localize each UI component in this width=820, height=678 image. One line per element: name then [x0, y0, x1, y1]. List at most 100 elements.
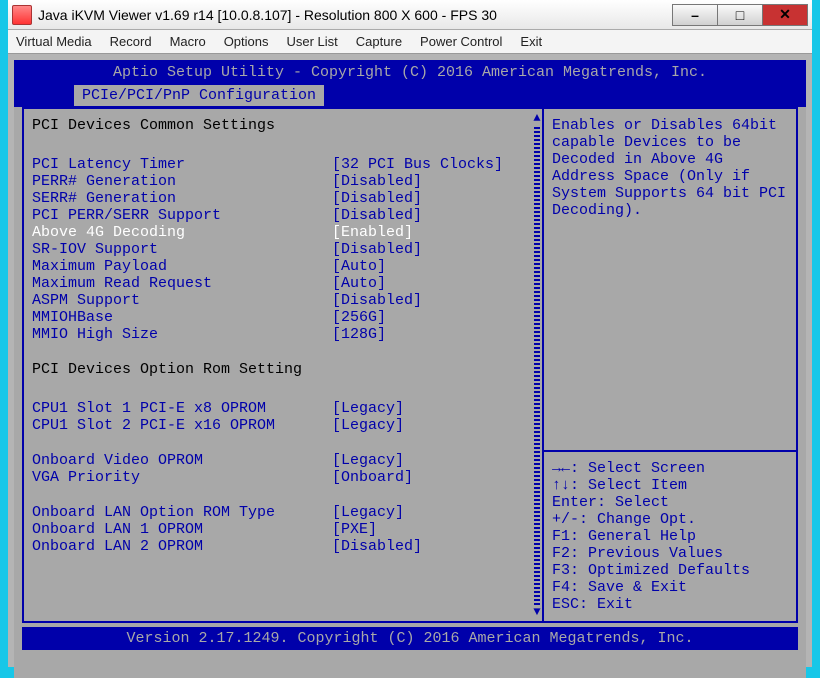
legend-line: F4: Save & Exit: [552, 579, 788, 596]
setting-row[interactable]: Onboard LAN 2 OPROM[Disabled]: [32, 538, 538, 555]
help-text: Enables or Disables 64bit capable Device…: [544, 109, 796, 450]
bios-screen: Aptio Setup Utility - Copyright (C) 2016…: [14, 60, 806, 678]
setting-value: [32 PCI Bus Clocks]: [332, 156, 503, 173]
bios-tab-row: PCIe/PCI/PnP Configuration: [14, 85, 806, 107]
menu-capture[interactable]: Capture: [356, 34, 402, 49]
setting-row[interactable]: MMIOHBase[256G]: [32, 309, 538, 326]
section-header: PCI Devices Option Rom Setting: [32, 361, 538, 378]
bios-settings-panel: PCI Devices Common Settings PCI Latency T…: [24, 109, 542, 621]
setting-row[interactable]: Onboard Video OPROM[Legacy]: [32, 452, 538, 469]
setting-row[interactable]: VGA Priority[Onboard]: [32, 469, 538, 486]
setting-label: Maximum Read Request: [32, 275, 332, 292]
menu-exit[interactable]: Exit: [520, 34, 542, 49]
key-legend: →←: Select Screen↑↓: Select ItemEnter: S…: [544, 452, 796, 621]
setting-label: SR-IOV Support: [32, 241, 332, 258]
legend-line: F2: Previous Values: [552, 545, 788, 562]
menu-macro[interactable]: Macro: [170, 34, 206, 49]
setting-label: PERR# Generation: [32, 173, 332, 190]
spacer: [32, 343, 538, 361]
setting-value: [Legacy]: [332, 417, 404, 434]
setting-row[interactable]: Onboard LAN 1 OPROM[PXE]: [32, 521, 538, 538]
setting-value: [128G]: [332, 326, 386, 343]
setting-label: Onboard LAN 1 OPROM: [32, 521, 332, 538]
menubar: Virtual Media Record Macro Options User …: [8, 30, 812, 54]
setting-row[interactable]: CPU1 Slot 1 PCI-E x8 OPROM[Legacy]: [32, 400, 538, 417]
setting-row[interactable]: MMIO High Size[128G]: [32, 326, 538, 343]
setting-label: SERR# Generation: [32, 190, 332, 207]
setting-value: [Onboard]: [332, 469, 413, 486]
scroll-down-icon[interactable]: ▼: [532, 607, 542, 617]
scroll-track[interactable]: [534, 125, 540, 605]
setting-label: CPU1 Slot 2 PCI-E x16 OPROM: [32, 417, 332, 434]
setting-row[interactable]: CPU1 Slot 2 PCI-E x16 OPROM[Legacy]: [32, 417, 538, 434]
setting-row[interactable]: Maximum Payload[Auto]: [32, 258, 538, 275]
app-window: Java iKVM Viewer v1.69 r14 [10.0.8.107] …: [8, 0, 812, 667]
menu-user-list[interactable]: User List: [287, 34, 338, 49]
menu-options[interactable]: Options: [224, 34, 269, 49]
setting-label: PCI PERR/SERR Support: [32, 207, 332, 224]
setting-label: Maximum Payload: [32, 258, 332, 275]
setting-row[interactable]: SERR# Generation[Disabled]: [32, 190, 538, 207]
spacer: [32, 434, 538, 452]
bios-body: PCI Devices Common Settings PCI Latency T…: [22, 107, 798, 623]
setting-value: [Disabled]: [332, 207, 422, 224]
setting-value: [Disabled]: [332, 538, 422, 555]
menu-virtual-media[interactable]: Virtual Media: [16, 34, 92, 49]
setting-value: [Auto]: [332, 275, 386, 292]
legend-line: →←: Select Screen: [552, 460, 788, 477]
setting-label: PCI Latency Timer: [32, 156, 332, 173]
legend-line: +/-: Change Opt.: [552, 511, 788, 528]
setting-value: [PXE]: [332, 521, 377, 538]
setting-row[interactable]: PERR# Generation[Disabled]: [32, 173, 538, 190]
setting-row[interactable]: SR-IOV Support[Disabled]: [32, 241, 538, 258]
bios-footer: Version 2.17.1249. Copyright (C) 2016 Am…: [22, 627, 798, 650]
setting-value: [Auto]: [332, 258, 386, 275]
spacer: [32, 486, 538, 504]
setting-label: Onboard LAN Option ROM Type: [32, 504, 332, 521]
spacer: [32, 382, 538, 400]
scroll-up-icon[interactable]: ▲: [532, 113, 542, 123]
setting-value: [Enabled]: [332, 224, 413, 241]
setting-value: [Legacy]: [332, 400, 404, 417]
setting-value: [Disabled]: [332, 190, 422, 207]
setting-label: MMIOHBase: [32, 309, 332, 326]
setting-value: [Legacy]: [332, 504, 404, 521]
setting-label: Onboard Video OPROM: [32, 452, 332, 469]
section-header: PCI Devices Common Settings: [32, 117, 538, 134]
scrollbar[interactable]: ▲ ▼: [532, 113, 542, 617]
bios-help-panel: Enables or Disables 64bit capable Device…: [542, 109, 796, 621]
setting-value: [Disabled]: [332, 173, 422, 190]
setting-label: CPU1 Slot 1 PCI-E x8 OPROM: [32, 400, 332, 417]
setting-label: Onboard LAN 2 OPROM: [32, 538, 332, 555]
setting-label: Above 4G Decoding: [32, 224, 332, 241]
window-title: Java iKVM Viewer v1.69 r14 [10.0.8.107] …: [38, 7, 673, 23]
setting-row[interactable]: PCI PERR/SERR Support[Disabled]: [32, 207, 538, 224]
legend-line: F1: General Help: [552, 528, 788, 545]
spacer: [32, 138, 538, 156]
maximize-button[interactable]: □: [717, 4, 763, 26]
setting-value: [Legacy]: [332, 452, 404, 469]
setting-value: [Disabled]: [332, 292, 422, 309]
menu-record[interactable]: Record: [110, 34, 152, 49]
legend-line: ESC: Exit: [552, 596, 788, 613]
close-button[interactable]: ✕: [762, 4, 808, 26]
setting-value: [Disabled]: [332, 241, 422, 258]
setting-row[interactable]: ASPM Support[Disabled]: [32, 292, 538, 309]
java-icon: [12, 5, 32, 25]
legend-line: Enter: Select: [552, 494, 788, 511]
setting-row[interactable]: Maximum Read Request[Auto]: [32, 275, 538, 292]
setting-row[interactable]: PCI Latency Timer[32 PCI Bus Clocks]: [32, 156, 538, 173]
legend-line: F3: Optimized Defaults: [552, 562, 788, 579]
bios-header: Aptio Setup Utility - Copyright (C) 2016…: [14, 60, 806, 85]
legend-line: ↑↓: Select Item: [552, 477, 788, 494]
setting-label: VGA Priority: [32, 469, 332, 486]
setting-row[interactable]: Above 4G Decoding[Enabled]: [32, 224, 538, 241]
menu-power-control[interactable]: Power Control: [420, 34, 502, 49]
setting-value: [256G]: [332, 309, 386, 326]
setting-label: ASPM Support: [32, 292, 332, 309]
bios-tab[interactable]: PCIe/PCI/PnP Configuration: [74, 85, 324, 106]
setting-row[interactable]: Onboard LAN Option ROM Type[Legacy]: [32, 504, 538, 521]
setting-label: MMIO High Size: [32, 326, 332, 343]
minimize-button[interactable]: –: [672, 4, 718, 26]
titlebar: Java iKVM Viewer v1.69 r14 [10.0.8.107] …: [8, 0, 812, 30]
